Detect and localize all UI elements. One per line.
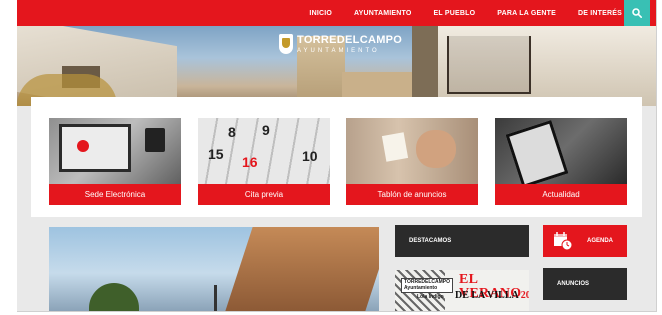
tile-label: Cita previa [198,184,330,205]
calendar-clock-icon [554,232,573,251]
promo-title-line2: DE LA VILLA 2022 [455,291,529,301]
phone-icon [505,119,569,189]
promo-artist: Lola Índigo [417,294,444,300]
search-icon [632,8,642,18]
calendar-number: 10 [302,148,318,164]
tile-image-notice [346,118,478,184]
tile-image-calendar: 8 9 15 16 10 [198,118,330,184]
calendar-number: 16 [242,154,258,170]
tile-image-laptop [49,118,181,184]
tile-actualidad[interactable]: Actualidad [495,118,627,205]
notice-paper [381,132,409,162]
tile-image-phone [495,118,627,189]
tile-label: Tablón de anuncios [346,184,478,205]
laptop-screen [59,124,131,172]
agenda-label: AGENDA [587,238,614,244]
featured-news-photo[interactable] [49,227,379,311]
tile-tablon-anuncios[interactable]: Tablón de anuncios [346,118,478,205]
hero-balcony [447,36,531,94]
nav-item-para-la-gente[interactable]: PARA LA GENTE [497,10,556,17]
agenda-button[interactable]: AGENDA [543,225,627,257]
calendar-number: 9 [262,122,270,138]
tile-label: Actualidad [495,184,627,205]
nav-item-inicio[interactable]: INICIO [309,10,332,17]
quick-access-panel: Sede Electrónica 8 9 15 16 10 Cita previ… [31,97,642,217]
nav-item-el-pueblo[interactable]: EL PUEBLO [434,10,476,17]
promo-brand: TORREDELCAMPO Ayuntamiento [401,278,454,293]
photo-building [225,227,379,311]
tile-label: Sede Electrónica [49,184,181,205]
hero-building-shadow [412,26,438,106]
anuncios-button[interactable]: ANUNCIOS [543,268,627,300]
mug-icon [145,128,165,152]
logo-text-group: TORREDELCAMPO AYUNTAMIENTO [297,33,403,54]
nav-item-ayuntamiento[interactable]: AYUNTAMIENTO [354,10,412,17]
record-dot-icon [77,140,89,152]
promo-brand-line2: Ayuntamiento [404,284,438,291]
logo-name: TORREDELCAMPO [297,33,403,46]
nav-item-de-interes[interactable]: DE INTERÉS [578,10,622,17]
tile-cita-previa[interactable]: 8 9 15 16 10 Cita previa [198,118,330,205]
destacamos-heading: DESTACAMOS [395,225,529,257]
tile-sede-electronica[interactable]: Sede Electrónica [49,118,181,205]
promo-year: 2022 [520,290,529,301]
photo-streetlamp [214,285,217,311]
site-logo[interactable]: TORREDELCAMPO AYUNTAMIENTO [279,34,402,54]
main-menu: INICIO AYUNTAMIENTO EL PUEBLO PARA LA GE… [287,0,622,26]
hand-shape [416,130,456,168]
photo-palm [89,283,139,311]
search-button[interactable] [624,0,650,26]
hero-banner: TORREDELCAMPO AYUNTAMIENTO [17,26,656,106]
top-nav-bar: INICIO AYUNTAMIENTO EL PUEBLO PARA LA GE… [17,0,656,26]
promo-banner-verano[interactable]: TORREDELCAMPO Ayuntamiento Lola Índigo E… [395,270,529,311]
logo-subtitle: AYUNTAMIENTO [297,47,380,54]
promo-title-villa: DE LA VILLA [455,290,519,301]
calendar-number: 15 [208,146,224,162]
browser-viewport: INICIO AYUNTAMIENTO EL PUEBLO PARA LA GE… [17,0,657,312]
calendar-number: 8 [228,124,236,140]
coat-of-arms-icon [279,34,293,54]
